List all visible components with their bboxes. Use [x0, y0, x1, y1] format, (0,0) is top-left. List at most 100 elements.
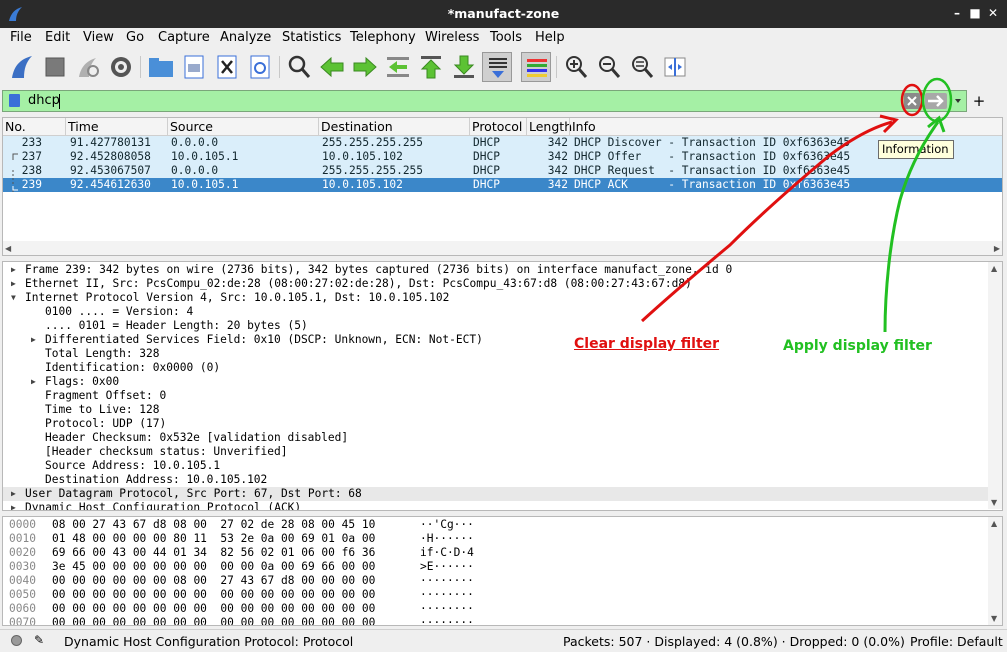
close-button[interactable]: ✕ — [984, 4, 1002, 22]
start-capture-button[interactable] — [7, 52, 37, 82]
zoom-out-button[interactable] — [594, 52, 624, 82]
display-filter-input[interactable]: dhcp — [2, 90, 967, 112]
detail-row[interactable]: ▶ Frame 239: 342 bytes on wire (2736 bits… — [3, 263, 988, 277]
shark-fin-icon — [12, 56, 32, 78]
zoom-in-button[interactable] — [561, 52, 591, 82]
packet-bytes-pane[interactable]: 0000 08 00 27 43 67 d8 08 00 27 02 de 28 … — [2, 516, 1003, 626]
maximize-button[interactable]: ■ — [966, 4, 984, 22]
go-to-packet-button[interactable] — [383, 52, 413, 82]
column-length[interactable]: Length — [529, 119, 572, 134]
bytes-vertical-scrollbar[interactable]: ▲ ▼ — [988, 517, 1002, 625]
scroll-down-icon[interactable]: ▼ — [991, 614, 997, 623]
menu-help[interactable]: Help — [535, 30, 565, 45]
detail-row[interactable]: Protocol: UDP (17) — [3, 417, 988, 431]
go-to-packet-icon — [387, 57, 409, 77]
scroll-down-icon[interactable]: ▼ — [991, 498, 997, 507]
packet-list[interactable]: No. Time Source Destination Protocol Len… — [2, 117, 1003, 256]
apply-filter-button[interactable] — [925, 93, 947, 109]
detail-row[interactable]: ▶ Dynamic Host Configuration Protocol (AC… — [3, 501, 988, 510]
details-vertical-scrollbar[interactable]: ▲ ▼ — [988, 262, 1002, 509]
menu-view[interactable]: View — [83, 30, 114, 45]
packet-row[interactable]: 238 92.453067507 0.0.0.0 255.255.255.255… — [3, 164, 1002, 178]
status-profile[interactable]: Profile: Default — [910, 634, 1003, 649]
column-destination[interactable]: Destination — [321, 119, 393, 134]
column-source[interactable]: Source — [170, 119, 213, 134]
hex-row[interactable]: 0010 01 48 00 00 00 00 80 11 53 2e 0a 00 … — [3, 532, 988, 546]
hex-row[interactable]: 0040 00 00 00 00 00 00 08 00 27 43 67 d8 … — [3, 574, 988, 588]
packet-row-selected[interactable]: 239 92.454612630 10.0.105.1 10.0.105.102… — [3, 178, 1002, 192]
edit-comment-icon[interactable]: ✎ — [34, 633, 44, 647]
menu-go[interactable]: Go — [126, 30, 144, 45]
detail-row[interactable]: Fragment Offset: 0 — [3, 389, 988, 403]
column-protocol[interactable]: Protocol — [472, 119, 522, 134]
column-info[interactable]: Info — [572, 119, 596, 134]
scroll-up-icon[interactable]: ▲ — [991, 519, 997, 528]
menu-capture[interactable]: Capture — [158, 30, 210, 45]
detail-row[interactable]: Destination Address: 10.0.105.102 — [3, 473, 988, 487]
collapsed-arrow-icon[interactable]: ▶ — [11, 501, 19, 510]
detail-row[interactable]: Header Checksum: 0x532e [validation disa… — [3, 431, 988, 445]
scroll-left-icon[interactable]: ◀ — [5, 244, 11, 253]
detail-row[interactable]: Time to Live: 128 — [3, 403, 988, 417]
find-packet-button[interactable] — [284, 52, 314, 82]
clear-filter-button[interactable] — [904, 93, 920, 109]
packet-row[interactable]: 237 92.452808058 10.0.105.1 10.0.105.102… — [3, 150, 1002, 164]
stop-capture-button[interactable] — [40, 52, 70, 82]
minimize-button[interactable]: – — [948, 4, 966, 22]
hex-row[interactable]: 0060 00 00 00 00 00 00 00 00 00 00 00 00 … — [3, 602, 988, 616]
scroll-up-icon[interactable]: ▲ — [991, 264, 997, 273]
resize-columns-button[interactable] — [660, 52, 690, 82]
autoscroll-button[interactable] — [482, 52, 512, 82]
detail-row[interactable]: ▶ User Datagram Protocol, Src Port: 67, D… — [3, 487, 988, 501]
save-file-button[interactable] — [179, 52, 209, 82]
bookmark-icon[interactable] — [9, 94, 20, 107]
menu-telephony[interactable]: Telephony — [350, 30, 416, 45]
detail-row[interactable]: Identification: 0x0000 (0) — [3, 361, 988, 375]
hex-row[interactable]: 0030 3e 45 00 00 00 00 00 00 00 00 0a 00 … — [3, 560, 988, 574]
expert-info-icon[interactable] — [11, 635, 22, 646]
detail-row[interactable]: 0100 .... = Version: 4 — [3, 305, 988, 319]
packet-no: 239 — [21, 178, 42, 191]
menu-file[interactable]: File — [10, 30, 32, 45]
detail-row[interactable]: .... 0101 = Header Length: 20 bytes (5) — [3, 319, 988, 333]
hex-row[interactable]: 0000 08 00 27 43 67 d8 08 00 27 02 de 28 … — [3, 518, 988, 532]
menu-statistics[interactable]: Statistics — [282, 30, 341, 45]
normal-size-button[interactable] — [627, 52, 657, 82]
menu-tools[interactable]: Tools — [490, 30, 522, 45]
detail-row[interactable]: ▶ Flags: 0x00 — [3, 375, 988, 389]
hex-row[interactable]: 0070 00 00 00 00 00 00 00 00 00 00 00 00 … — [3, 616, 988, 625]
colorize-button[interactable] — [521, 52, 551, 82]
go-forward-button[interactable] — [350, 52, 380, 82]
go-back-button[interactable] — [317, 52, 347, 82]
packet-list-horizontal-scrollbar[interactable]: ◀ ▶ — [3, 241, 1002, 255]
collapsed-arrow-icon[interactable]: ▶ — [11, 277, 19, 291]
close-file-button[interactable] — [212, 52, 242, 82]
restart-capture-button[interactable] — [73, 52, 103, 82]
packet-details-tree[interactable]: ▶ Frame 239: 342 bytes on wire (2736 bits… — [2, 261, 1003, 511]
scroll-right-icon[interactable]: ▶ — [994, 244, 1000, 253]
detail-row[interactable]: ▶ Ethernet II, Src: PcsCompu_02:de:28 (08… — [3, 277, 988, 291]
first-packet-button[interactable] — [416, 52, 446, 82]
packet-row[interactable]: 233 91.427780131 0.0.0.0 255.255.255.255… — [3, 136, 1002, 150]
reload-file-button[interactable] — [245, 52, 275, 82]
open-file-button[interactable] — [146, 52, 176, 82]
detail-row[interactable]: ▼ Internet Protocol Version 4, Src: 10.0.… — [3, 291, 988, 305]
add-filter-button[interactable]: + — [970, 90, 988, 112]
menu-analyze[interactable]: Analyze — [220, 30, 271, 45]
column-no[interactable]: No. — [5, 119, 26, 134]
menu-edit[interactable]: Edit — [45, 30, 70, 45]
detail-row[interactable]: Source Address: 10.0.105.1 — [3, 459, 988, 473]
collapsed-arrow-icon[interactable]: ▶ — [11, 487, 19, 501]
hex-row[interactable]: 0050 00 00 00 00 00 00 00 00 00 00 00 00 … — [3, 588, 988, 602]
detail-row[interactable]: [Header checksum status: Unverified] — [3, 445, 988, 459]
menu-wireless[interactable]: Wireless — [425, 30, 479, 45]
expanded-arrow-icon[interactable]: ▼ — [11, 291, 19, 305]
last-packet-button[interactable] — [449, 52, 479, 82]
collapsed-arrow-icon[interactable]: ▶ — [11, 263, 19, 277]
collapsed-arrow-icon[interactable]: ▶ — [31, 375, 39, 389]
hex-row[interactable]: 0020 69 66 00 43 00 44 01 34 82 56 02 01 … — [3, 546, 988, 560]
filter-history-dropdown[interactable] — [952, 93, 964, 109]
capture-options-button[interactable] — [106, 52, 136, 82]
column-time[interactable]: Time — [68, 119, 99, 134]
collapsed-arrow-icon[interactable]: ▶ — [31, 333, 39, 347]
